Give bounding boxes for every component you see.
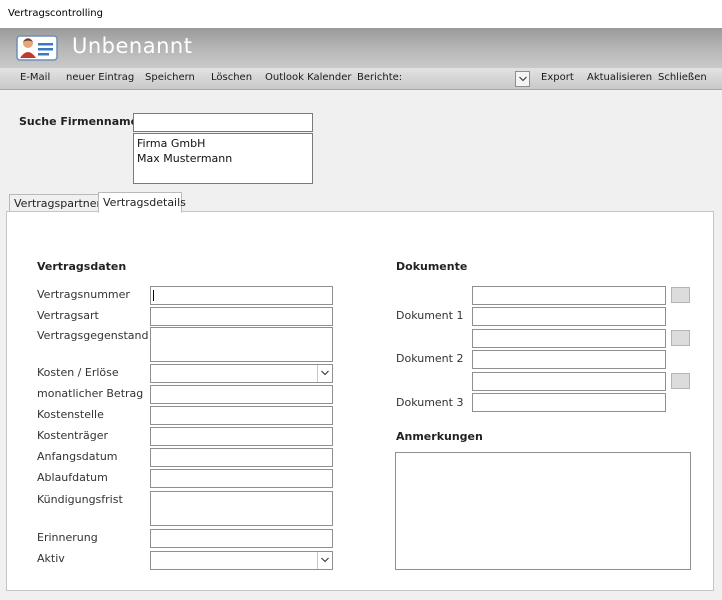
window-title: Vertragscontrolling <box>8 8 103 19</box>
document-3-browse-button[interactable] <box>671 373 690 389</box>
export-button[interactable]: Export <box>541 72 574 83</box>
active-dropdown-button[interactable] <box>317 552 332 569</box>
contract-type-label: Vertragsart <box>37 309 99 322</box>
contract-type-input[interactable] <box>150 307 333 326</box>
cost-revenue-dropdown-button[interactable] <box>317 365 332 382</box>
cost-revenue-select[interactable] <box>150 364 333 383</box>
tab-label: Vertragsdetails <box>103 196 186 209</box>
form-header: Unbenannt <box>0 28 722 68</box>
list-item[interactable]: Firma GmbH <box>137 136 309 151</box>
reports-label: Berichte: <box>357 72 403 83</box>
email-button[interactable]: E-Mail <box>20 72 50 83</box>
active-label: Aktiv <box>37 552 65 565</box>
list-item[interactable]: Max Mustermann <box>137 151 309 166</box>
cost-revenue-label: Kosten / Erlöse <box>37 366 119 379</box>
outlook-calendar-button[interactable]: Outlook Kalender <box>265 72 352 83</box>
details-panel: Vertragsdaten Vertragsnummer Vertragsart… <box>6 211 714 591</box>
start-date-input[interactable] <box>150 448 333 467</box>
monthly-amount-label: monatlicher Betrag <box>37 387 144 400</box>
document-1-path-input[interactable] <box>472 286 666 305</box>
delete-button[interactable]: Löschen <box>211 72 252 83</box>
reminder-label: Erinnerung <box>37 531 98 544</box>
notes-textarea[interactable] <box>395 452 691 570</box>
contract-number-input[interactable] <box>150 286 333 305</box>
window-titlebar: Vertragscontrolling <box>0 0 722 28</box>
cost-center-input[interactable] <box>150 406 333 425</box>
document-3-label: Dokument 3 <box>396 396 464 409</box>
end-date-input[interactable] <box>150 469 333 488</box>
chevron-down-icon <box>519 76 527 82</box>
reminder-input[interactable] <box>150 529 333 548</box>
document-3-name-input[interactable] <box>472 393 666 412</box>
document-1-label: Dokument 1 <box>396 309 464 322</box>
notice-period-label: Kündigungsfrist <box>37 493 123 506</box>
document-2-label: Dokument 2 <box>396 352 464 365</box>
reports-dropdown[interactable] <box>515 71 530 87</box>
active-select[interactable] <box>150 551 333 570</box>
document-2-browse-button[interactable] <box>671 330 690 346</box>
chevron-down-icon <box>321 370 329 376</box>
cost-unit-input[interactable] <box>150 427 333 446</box>
refresh-button[interactable]: Aktualisieren <box>587 72 652 83</box>
tab-vertragsdetails[interactable]: Vertragsdetails <box>98 192 186 213</box>
save-button[interactable]: Speichern <box>145 72 195 83</box>
chevron-down-icon <box>321 557 329 563</box>
end-date-label: Ablaufdatum <box>37 471 108 484</box>
tab-vertragspartner[interactable]: Vertragspartner <box>9 194 107 212</box>
close-button[interactable]: Schließen <box>658 72 707 83</box>
toolbar: E-Mail neuer Eintrag Speichern Löschen O… <box>0 68 722 90</box>
notes-heading: Anmerkungen <box>396 430 483 443</box>
search-label: Suche Firmennamen <box>19 115 146 128</box>
search-input[interactable] <box>133 113 313 132</box>
contract-data-heading: Vertragsdaten <box>37 260 127 273</box>
start-date-label: Anfangsdatum <box>37 450 118 463</box>
cost-unit-label: Kostenträger <box>37 429 109 442</box>
new-entry-button[interactable]: neuer Eintrag <box>66 72 134 83</box>
document-2-path-input[interactable] <box>472 329 666 348</box>
form-title: Unbenannt <box>72 34 193 58</box>
cost-center-label: Kostenstelle <box>37 408 104 421</box>
document-1-name-input[interactable] <box>472 307 666 326</box>
document-3-path-input[interactable] <box>472 372 666 391</box>
contract-subject-input[interactable] <box>150 327 333 362</box>
contact-card-icon <box>16 35 58 61</box>
contract-number-label: Vertragsnummer <box>37 288 130 301</box>
notice-period-input[interactable] <box>150 491 333 526</box>
monthly-amount-input[interactable] <box>150 385 333 404</box>
document-1-browse-button[interactable] <box>671 287 690 303</box>
document-2-name-input[interactable] <box>472 350 666 369</box>
documents-heading: Dokumente <box>396 260 468 273</box>
contract-subject-label: Vertragsgegenstand <box>37 329 149 342</box>
search-results-list[interactable]: Firma GmbH Max Mustermann <box>133 133 313 184</box>
tab-label: Vertragspartner <box>14 197 102 210</box>
